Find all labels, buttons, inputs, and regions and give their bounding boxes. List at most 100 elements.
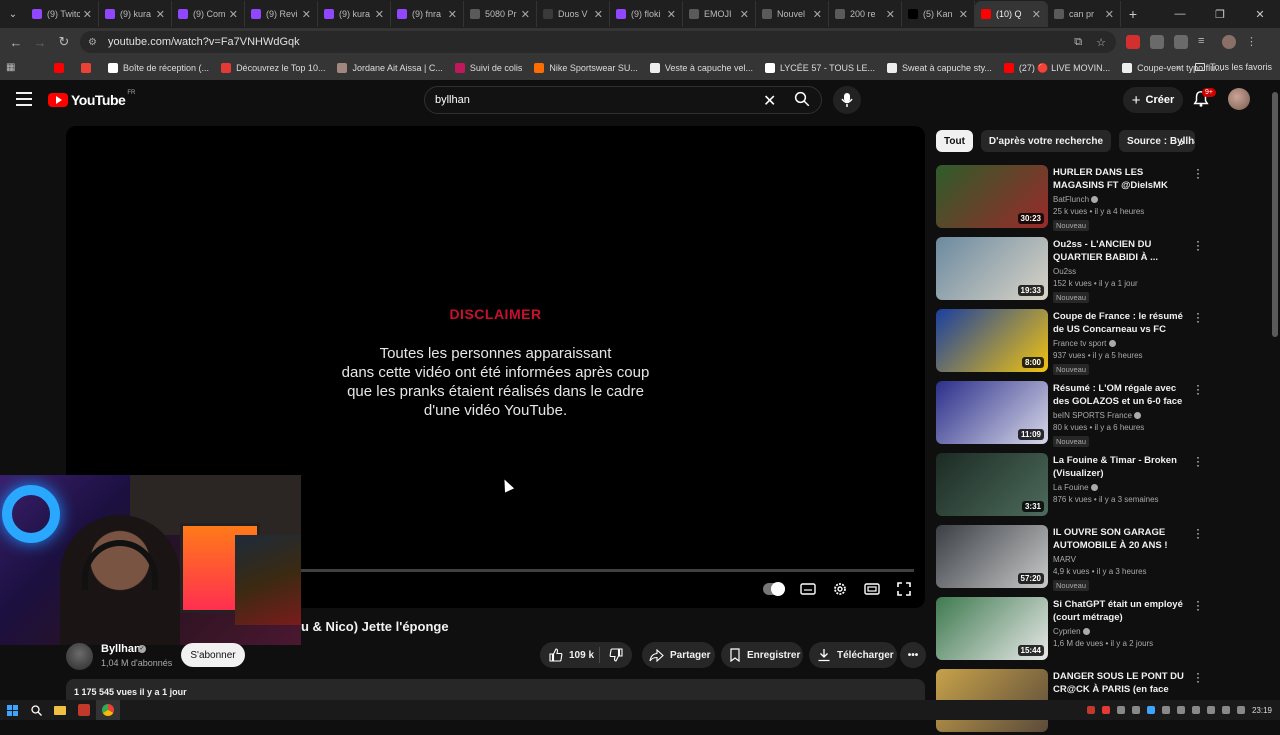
- windows-start-icon[interactable]: [0, 700, 24, 720]
- maximize-button[interactable]: ❐: [1200, 0, 1240, 28]
- guide-menu-icon[interactable]: [16, 92, 32, 106]
- chrome-taskbar-icon[interactable]: [96, 700, 120, 720]
- bookmarks-overflow-icon[interactable]: »: [1176, 62, 1181, 72]
- recommended-video[interactable]: 11:09 Résumé : L'OM régale avec des GOLAZ…: [936, 379, 1256, 447]
- tab-close-icon[interactable]: ✕: [1032, 8, 1041, 21]
- tab-search-button[interactable]: ⌄: [0, 0, 26, 28]
- battery-icon[interactable]: [1236, 706, 1245, 714]
- bookmark-item[interactable]: Sweat à capuche sty...: [887, 63, 992, 73]
- browser-tab[interactable]: EMOJI ✕: [683, 1, 756, 27]
- recommended-video[interactable]: 19:33 Ou2ss - L'ANCIEN DU QUARTIER BABIDI…: [936, 235, 1256, 303]
- subscribe-button[interactable]: S'abonner: [181, 643, 245, 667]
- browser-tab[interactable]: can pr ✕: [1048, 1, 1121, 27]
- taskbar-search-icon[interactable]: [24, 700, 48, 720]
- close-window-button[interactable]: ✕: [1240, 0, 1280, 28]
- browser-tab[interactable]: (9) kura ✕: [99, 1, 172, 27]
- settings-gear-icon[interactable]: [831, 581, 849, 597]
- video-menu-icon[interactable]: · · ·: [1196, 667, 1200, 687]
- channel-name[interactable]: BatFlunch: [1053, 195, 1099, 204]
- video-thumbnail[interactable]: 8:00: [936, 309, 1048, 372]
- clear-search-icon[interactable]: ✕: [763, 91, 776, 111]
- browser-tab[interactable]: (9) Com ✕: [172, 1, 245, 27]
- page-scrollbar[interactable]: [1270, 80, 1280, 700]
- account-avatar[interactable]: [1228, 88, 1250, 110]
- recommended-video[interactable]: 8:00 Coupe de France : le résumé de US Co…: [936, 307, 1256, 375]
- extension-icon[interactable]: [1150, 35, 1164, 49]
- video-menu-icon[interactable]: · · ·: [1196, 307, 1200, 327]
- browser-tab[interactable]: Nouvel ✕: [756, 1, 829, 27]
- install-app-icon[interactable]: ⧉: [1074, 36, 1082, 49]
- tab-close-icon[interactable]: ✕: [448, 8, 457, 21]
- browser-tab[interactable]: (9) kura ✕: [318, 1, 391, 27]
- volume-icon[interactable]: [1221, 706, 1230, 714]
- tray-app-icon[interactable]: [1131, 706, 1140, 714]
- new-tab-button[interactable]: +: [1121, 6, 1145, 22]
- video-thumbnail[interactable]: 30:23: [936, 165, 1048, 228]
- video-thumbnail[interactable]: 3:31: [936, 453, 1048, 516]
- apps-grid-icon[interactable]: ▦: [6, 62, 20, 74]
- url-field[interactable]: ⚙ youtube.com/watch?v=Fa7VNHWdGqk ⧉ ☆: [80, 31, 1116, 53]
- more-actions-icon[interactable]: •••: [900, 642, 926, 668]
- extension-icon[interactable]: [1126, 35, 1140, 49]
- browser-tab[interactable]: 5080 Pr ✕: [464, 1, 537, 27]
- scrollbar-thumb[interactable]: [1272, 92, 1278, 337]
- bookmark-item[interactable]: Veste à capuche vel...: [649, 63, 753, 73]
- video-thumbnail[interactable]: 15:44: [936, 597, 1048, 660]
- download-button[interactable]: Télécharger: [809, 642, 897, 668]
- browser-tab[interactable]: (9) Twitc ✕: [26, 1, 99, 27]
- channel-name[interactable]: beIN SPORTS France: [1053, 411, 1142, 420]
- tab-close-icon[interactable]: ✕: [375, 8, 384, 21]
- video-menu-icon[interactable]: · · ·: [1196, 379, 1200, 399]
- bookmark-item[interactable]: Nike Sportswear SU...: [534, 63, 638, 73]
- channel-name[interactable]: MARV: [1053, 555, 1076, 564]
- tab-close-icon[interactable]: ✕: [667, 8, 676, 21]
- dislike-button[interactable]: [600, 648, 632, 662]
- tray-app-icon[interactable]: [1176, 706, 1185, 714]
- filter-chip[interactable]: Tout: [936, 130, 973, 152]
- youtube-logo[interactable]: YouTube FR: [48, 90, 135, 108]
- media-icon[interactable]: ≡: [1198, 35, 1212, 49]
- theater-mode-icon[interactable]: [863, 581, 881, 597]
- voice-search-button[interactable]: [833, 86, 861, 114]
- taskbar-app-icon[interactable]: [72, 700, 96, 720]
- bluetooth-icon[interactable]: [1146, 706, 1155, 714]
- save-button[interactable]: Enregistrer: [721, 642, 803, 668]
- bookmark-star-icon[interactable]: ☆: [1096, 36, 1106, 49]
- create-button[interactable]: + Créer: [1123, 87, 1183, 113]
- tray-app-icon[interactable]: [1101, 706, 1110, 714]
- like-button[interactable]: 109 k: [540, 647, 600, 663]
- recommended-video[interactable]: 57:20 IL OUVRE SON GARAGE AUTOMOBILE À 20…: [936, 523, 1256, 591]
- tab-close-icon[interactable]: ✕: [229, 8, 238, 21]
- recommended-video[interactable]: 15:44 Si ChatGPT était un employé (court …: [936, 595, 1256, 663]
- video-thumbnail[interactable]: 11:09: [936, 381, 1048, 444]
- subtitles-icon[interactable]: [799, 581, 817, 597]
- tab-close-icon[interactable]: ✕: [886, 8, 895, 21]
- search-input[interactable]: byllhan: [435, 94, 470, 106]
- channel-name[interactable]: La Fouine: [1053, 483, 1098, 492]
- bookmark-item[interactable]: [54, 63, 69, 73]
- site-info-icon[interactable]: ⚙: [88, 37, 102, 48]
- chips-next-icon[interactable]: ›: [1180, 134, 1184, 149]
- bookmark-item[interactable]: Suivi de colis: [454, 63, 522, 73]
- browser-tab[interactable]: 200 re ✕: [829, 1, 902, 27]
- recommended-video[interactable]: 3:31 La Fouine & Timar - Broken (Visualiz…: [936, 451, 1256, 519]
- reload-button[interactable]: ↻: [52, 30, 76, 54]
- channel-name[interactable]: Ou2ss: [1053, 267, 1076, 276]
- forward-button[interactable]: →: [28, 30, 52, 54]
- browser-tab[interactable]: (10) Q ✕: [975, 1, 1048, 27]
- browser-tab[interactable]: (9) Revi ✕: [245, 1, 318, 27]
- tab-close-icon[interactable]: ✕: [521, 8, 530, 21]
- tab-close-icon[interactable]: ✕: [1105, 8, 1114, 21]
- tab-close-icon[interactable]: ✕: [740, 8, 749, 21]
- puzzle-icon[interactable]: [1174, 35, 1188, 49]
- recommended-video[interactable]: 30:23 HURLER DANS LES MAGASINS FT @DielsM…: [936, 163, 1256, 231]
- search-box[interactable]: byllhan ✕: [424, 86, 822, 114]
- browser-tab[interactable]: (9) floki ✕: [610, 1, 683, 27]
- video-menu-icon[interactable]: · · ·: [1196, 163, 1200, 183]
- tray-app-icon[interactable]: [1086, 706, 1095, 714]
- bookmark-item[interactable]: [81, 63, 96, 73]
- share-button[interactable]: Partager: [642, 642, 715, 668]
- clock[interactable]: 23:19: [1252, 706, 1272, 715]
- bookmark-item[interactable]: Jordane Ait Aissa | C...: [337, 63, 443, 73]
- video-menu-icon[interactable]: · · ·: [1196, 523, 1200, 543]
